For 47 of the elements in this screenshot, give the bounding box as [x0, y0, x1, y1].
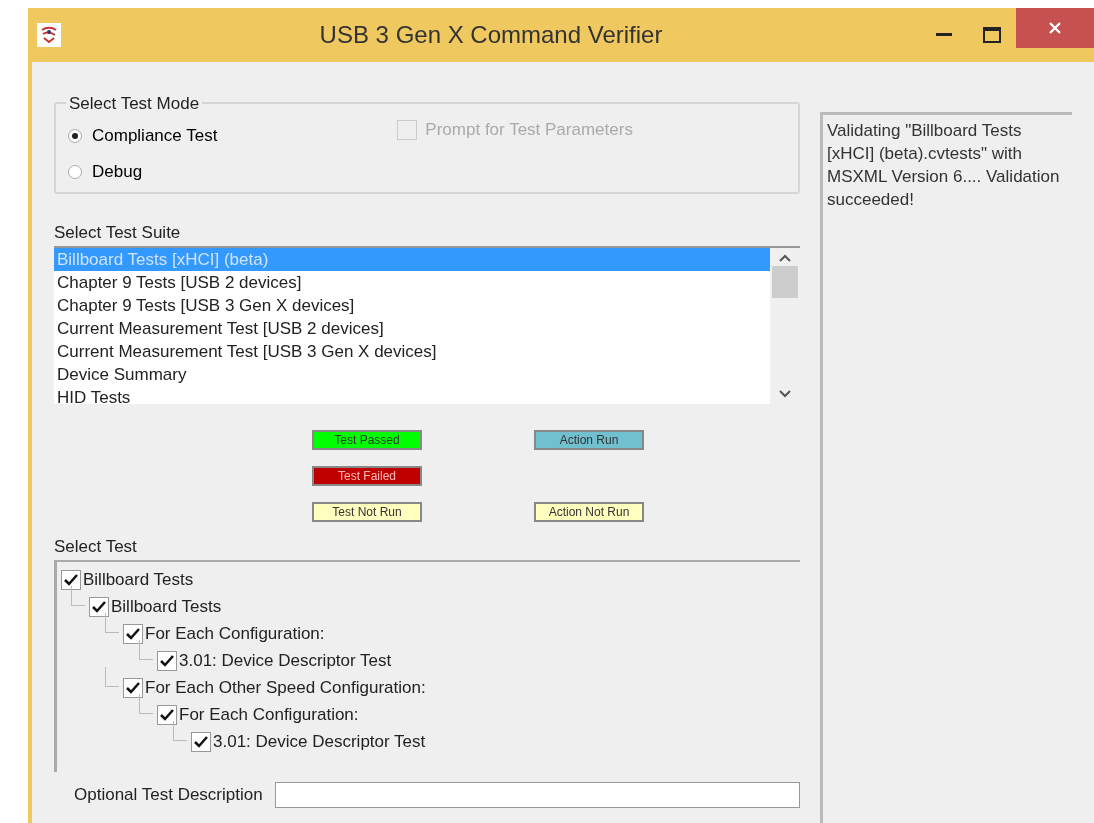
checkbox[interactable]: [157, 704, 177, 725]
tree-line: [173, 721, 187, 741]
list-item[interactable]: Current Measurement Test [USB 3 Gen X devices]: [54, 340, 770, 363]
list-item[interactable]: Current Measurement Test [USB 2 devices]: [54, 317, 770, 340]
scroll-thumb[interactable]: [772, 266, 798, 298]
scroll-up-icon: [779, 254, 791, 262]
maximize-icon: [983, 27, 1001, 43]
tree-item-label: For Each Configuration:: [145, 622, 325, 645]
test-suite-list[interactable]: [54, 246, 800, 404]
tree-line: [105, 613, 119, 633]
log-panel: Validating "Billboard Tests [xHCI] (beta).cvtests" with MSXML Version 6.... Validation succeeded!: [820, 112, 1072, 823]
legend-swatch: Test Passed: [312, 430, 422, 450]
tree-item-label: Billboard Tests: [83, 568, 194, 591]
app-icon: [36, 22, 62, 48]
tree-item-label: For Each Configuration:: [179, 703, 359, 726]
radio-option[interactable]: Debug: [68, 154, 143, 190]
radio-option[interactable]: Compliance Test: [68, 118, 218, 154]
tree-item-label: For Each Other Speed Configuration:: [145, 676, 426, 699]
checkbox[interactable]: [123, 677, 143, 698]
minimize-icon: [936, 33, 952, 37]
checkbox[interactable]: [191, 731, 211, 752]
legend-swatch: Action Not Run: [534, 502, 644, 522]
checkbox[interactable]: [157, 650, 177, 671]
list-item[interactable]: Device Summary: [54, 363, 770, 386]
list-item[interactable]: Chapter 9 Tests [USB 3 Gen X devices]: [54, 294, 770, 317]
description-field[interactable]: [274, 782, 800, 808]
legend-swatch: Action Run: [534, 430, 644, 450]
tree-item-label: Billboard Tests: [111, 595, 222, 618]
section-label: Select Test: [54, 536, 138, 558]
field-label: Optional Test Description: [74, 784, 263, 806]
legend-swatch: Test Failed: [312, 466, 422, 486]
checkbox[interactable]: [89, 596, 109, 617]
tree-line: [71, 586, 85, 606]
tree-line: [139, 640, 153, 660]
section-label: Select Test Suite: [54, 222, 182, 244]
tree-line: [105, 667, 119, 687]
list-item[interactable]: HID Tests: [54, 386, 770, 404]
scroll-down-icon: [779, 390, 791, 398]
list-item[interactable]: Chapter 9 Tests [USB 2 devices]: [54, 271, 770, 294]
tree-line: [139, 694, 153, 714]
window-title: USB 3 Gen X Command Verifier: [318, 20, 664, 50]
close-icon: [1048, 21, 1062, 35]
checkbox[interactable]: [61, 569, 81, 590]
tree-item-label: 3.01: Device Descriptor Test: [179, 649, 392, 672]
tree-item-label: 3.01: Device Descriptor Test: [213, 730, 426, 753]
checkbox[interactable]: [123, 623, 143, 644]
legend-swatch: Test Not Run: [312, 502, 422, 522]
